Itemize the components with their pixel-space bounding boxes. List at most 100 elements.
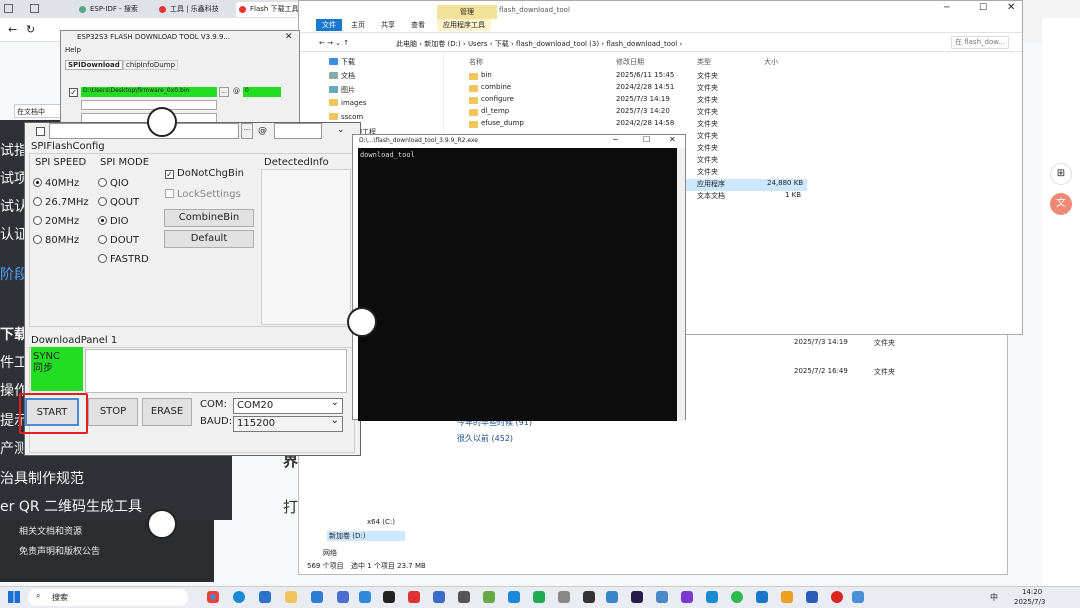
app-icon[interactable] [606,591,618,603]
row-date[interactable]: 2025/7/3 14:19 [794,338,848,346]
file-row[interactable]: combine 2024/2/28 14:51 文件夹 [467,83,807,95]
vscode-icon[interactable] [756,591,768,603]
browse-button[interactable]: ... [241,123,253,139]
row-type[interactable]: 文件夹 [874,367,895,377]
col-size[interactable]: 大小 [764,57,778,67]
nav-item-sscom[interactable]: sscom [329,113,363,121]
start-menu-icon[interactable] [8,591,20,603]
tabs-icon[interactable] [30,4,39,13]
mode-option-dout[interactable]: DOUT [98,235,139,246]
flash-tool-taskbar-icon[interactable] [852,591,864,603]
window-icon[interactable] [4,4,13,13]
tab-esp-idf[interactable]: ESP-IDF - 搜索 [76,2,150,17]
speed-option-26[interactable]: 26.7MHz [33,197,89,208]
premiere-icon[interactable] [631,591,643,603]
minimize-icon[interactable]: ─ [944,3,949,13]
tab-app-tools[interactable]: 应用程序工具 [437,19,491,31]
tab-view[interactable]: 查看 [405,19,431,31]
maximize-icon[interactable]: ☐ [643,135,650,144]
back-icon[interactable]: ← [8,23,17,36]
drive-c[interactable]: x64 (C:) [367,518,395,526]
row-type[interactable]: 文件夹 [874,338,895,348]
taskbar-search[interactable]: ⌕ 搜索 [28,589,188,606]
combinebin-button[interactable]: CombineBin [164,209,254,227]
speed-option-80[interactable]: 80MHz [33,235,79,246]
app-icon[interactable] [433,591,445,603]
nav-arrows-icon[interactable]: ← → ⌄ ↑ [319,39,349,47]
close-icon[interactable]: ✕ [1007,2,1015,13]
app-icon[interactable] [311,591,323,603]
breadcrumb[interactable]: 此电脑 › 新加卷 (D:) › Users › 下载 › flash_down… [396,39,682,49]
app-icon[interactable] [583,591,595,603]
maximize-icon[interactable]: ☐ [979,3,987,13]
close-icon[interactable]: ✕ [285,32,293,42]
clock-time[interactable]: 14:20 [1022,588,1042,596]
tab-tools[interactable]: 工具 | 乐鑫科技 [156,2,230,17]
browse-button[interactable]: ... [219,87,229,97]
app-icon[interactable] [706,591,718,603]
nav-item-images[interactable]: images [329,99,366,107]
nav-item-documents[interactable]: 文档 [329,71,355,81]
app-icon[interactable] [408,591,420,603]
file-enable-checkbox[interactable]: ✓ [69,88,78,97]
nav-item-downloads[interactable]: 下载 [329,57,355,67]
vscode-blue-icon[interactable] [508,591,520,603]
app-icon[interactable] [558,591,570,603]
file-row[interactable]: dl_temp 2025/7/3 14:20 文件夹 [467,107,807,119]
drive-d[interactable]: 新加卷 (D:) [327,531,406,541]
tab-share[interactable]: 共享 [375,19,401,31]
console-scrollbar[interactable] [677,148,685,421]
tab-spidownload[interactable]: SPIDownload [65,60,123,70]
tab-chipinfodump[interactable]: chipInfoDump [123,60,179,70]
settings-icon[interactable] [259,591,271,603]
network[interactable]: 网络 [323,548,337,558]
address-input[interactable] [274,123,322,139]
terminal-icon[interactable] [383,591,395,603]
footer-link[interactable]: 相关文档和资源 [19,524,82,537]
file-row-empty[interactable] [81,100,217,110]
address-path[interactable]: ← → ⌄ ↑ 此电脑 › 新加卷 (D:) › Users › 下载 › fl… [299,34,1022,52]
file-path-input[interactable]: D:\Users\Desktop\firmware_0x0.bin [81,87,217,97]
web-line[interactable]: er QR 二维码生成工具 [0,496,142,516]
record-icon[interactable] [831,591,843,603]
close-icon[interactable]: ✕ [669,135,676,144]
group-header[interactable]: 很久以前 (452) [457,433,513,444]
com-select[interactable]: COM20 [233,396,343,414]
apps-icon[interactable]: ⊞ [1050,163,1072,185]
mode-option-qio[interactable]: QIO [98,178,129,189]
row-date[interactable]: 2025/7/2 16:49 [794,367,848,375]
file-row[interactable]: configure 2025/7/3 14:19 文件夹 [467,95,807,107]
search-input[interactable]: 在 flash_dow... [951,36,1009,49]
stop-button[interactable]: STOP [88,398,138,426]
baud-select[interactable]: 115200 [233,414,343,432]
app-icon[interactable] [781,591,793,603]
address-input[interactable]: 0 [243,87,281,97]
file-row[interactable]: bin 2025/6/11 15:45 文件夹 [467,71,807,83]
mode-option-qout[interactable]: QOUT [98,197,139,208]
ime-indicator[interactable]: 中 [990,592,998,603]
reload-icon[interactable]: ↻ [26,23,35,36]
mode-option-dio[interactable]: DIO [98,216,129,227]
help-menu[interactable]: Help [65,46,81,54]
file-explorer-icon[interactable] [285,591,297,603]
word-icon[interactable] [806,591,818,603]
scroll-down-icon[interactable]: ⌄ [337,125,345,135]
app-icon[interactable] [681,591,693,603]
locksettings-checkbox[interactable]: LockSettings [165,189,241,200]
translate-icon[interactable]: 文 [1050,193,1072,215]
wechat-icon[interactable] [731,591,743,603]
minimize-icon[interactable]: ─ [613,135,618,144]
app-icon[interactable] [359,591,371,603]
donotchgbin-checkbox[interactable]: ✓ DoNotChgBin [165,168,244,179]
app-icon[interactable] [458,591,470,603]
tab-file[interactable]: 文件 [316,19,342,31]
col-date[interactable]: 修改日期 [616,57,644,67]
default-button[interactable]: Default [164,230,254,248]
tab-home[interactable]: 主页 [345,19,371,31]
manage-tab[interactable]: 管理 [437,5,497,19]
app-icon[interactable] [656,591,668,603]
app-icon[interactable] [533,591,545,603]
nav-item-pictures[interactable]: 图片 [329,85,355,95]
app-icon[interactable] [483,591,495,603]
speed-option-20[interactable]: 20MHz [33,216,79,227]
